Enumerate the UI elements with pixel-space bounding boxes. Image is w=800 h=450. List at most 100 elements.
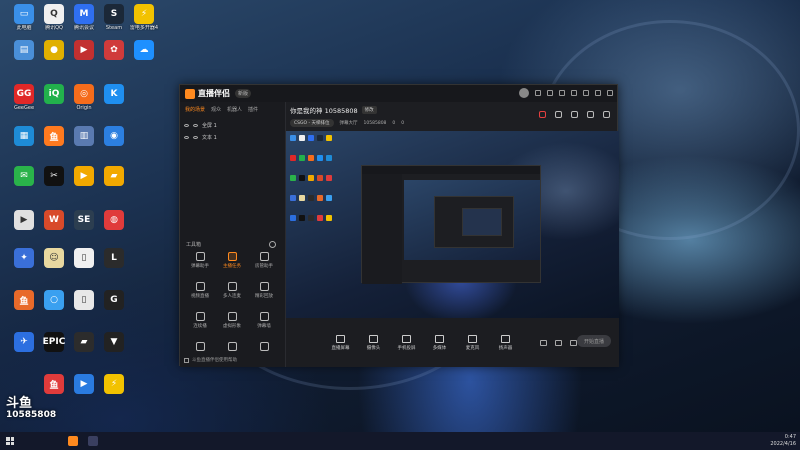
gear-icon[interactable] — [570, 339, 577, 346]
lock-icon[interactable] — [193, 123, 198, 127]
app-icon: ▰ — [74, 332, 94, 352]
desktop-icon[interactable]: ☺ — [38, 248, 70, 284]
desktop-icon[interactable]: ⚡ — [98, 374, 130, 410]
desktop-icon[interactable]: L — [98, 248, 130, 284]
tab-audience[interactable]: 观众 — [211, 106, 221, 113]
desktop-icon[interactable]: ✂ — [38, 166, 70, 202]
tool-button[interactable]: 主播任务 — [218, 252, 246, 274]
tool-icon — [227, 312, 237, 321]
desktop-icon[interactable]: Q 腾讯QQ — [38, 4, 70, 40]
share-icon[interactable] — [603, 111, 610, 118]
desktop-icon[interactable]: ▥ — [68, 126, 100, 162]
desktop-icon[interactable]: ▯ — [68, 248, 100, 284]
desktop-icon[interactable]: ▶ — [68, 40, 100, 76]
menu-icon[interactable] — [571, 90, 577, 96]
tool-button[interactable]: 弹幕墙 — [250, 312, 278, 334]
desktop-icon[interactable]: ▰ — [68, 332, 100, 368]
desktop-icon[interactable]: ◉ — [98, 126, 130, 162]
desktop-icon[interactable]: ● — [38, 40, 70, 76]
tool-button[interactable]: 视频直播 — [186, 282, 214, 304]
desktop-icon[interactable]: ✈ — [8, 332, 40, 368]
source-button[interactable]: 扬声器 — [491, 334, 520, 351]
desktop-icon[interactable]: ▭ 此电脑 — [8, 4, 40, 40]
desktop-icon[interactable]: ▦ — [8, 126, 40, 162]
tool-button[interactable]: 连续播 — [186, 312, 214, 334]
settings-icon[interactable] — [559, 90, 565, 96]
tool-button[interactable]: 房管助手 — [250, 252, 278, 274]
tool-button[interactable]: 多人连麦 — [218, 282, 246, 304]
camera-icon[interactable] — [540, 339, 547, 346]
eye-icon[interactable] — [184, 123, 189, 127]
app-icon: ▼ — [104, 332, 124, 352]
screen-icon[interactable] — [571, 111, 578, 118]
desktop-icon[interactable]: iQ — [38, 84, 70, 120]
tool-button[interactable] — [250, 342, 278, 364]
source-button[interactable]: 麦克风 — [458, 334, 487, 351]
avatar[interactable] — [519, 88, 529, 98]
gear-icon[interactable] — [269, 241, 276, 248]
desktop-icon[interactable]: 鱼 — [38, 126, 70, 162]
bell-icon[interactable] — [587, 111, 594, 118]
windows-start-icon[interactable] — [6, 437, 14, 445]
list-item[interactable]: 全屏 1 — [184, 119, 281, 131]
desktop-icon[interactable]: ▤ — [8, 40, 40, 76]
desktop-icon[interactable]: ☁ — [128, 40, 160, 76]
desktop-icon[interactable]: ✉ — [8, 166, 40, 202]
source-button[interactable]: 手机投屏 — [392, 334, 421, 351]
desktop-icon[interactable]: ▰ — [98, 166, 130, 202]
help-link[interactable]: 斗鱼直播伴侣使用帮助 — [184, 357, 237, 363]
list-item[interactable]: 文本 1 — [184, 131, 281, 143]
category-badge[interactable]: CSGO - 天梯排位 — [290, 119, 334, 127]
close-icon[interactable] — [607, 90, 613, 96]
source-button[interactable]: 直播屏幕 — [326, 334, 355, 351]
taskbar-app-companion[interactable] — [68, 436, 78, 446]
title-bar[interactable]: 直播伴侣 新版 — [180, 85, 617, 102]
start-live-button[interactable]: 开始直播 — [577, 335, 611, 347]
desktop-icon[interactable]: ◎ Origin — [68, 84, 100, 120]
desktop-icon[interactable]: ▶ — [68, 374, 100, 410]
edit-button[interactable]: 修改 — [361, 106, 377, 114]
preview-icon — [308, 175, 314, 181]
desktop-icon[interactable]: ✦ — [8, 248, 40, 284]
stream-preview[interactable] — [286, 131, 619, 318]
desktop-icon[interactable]: W — [38, 210, 70, 246]
maximize-icon[interactable] — [595, 90, 601, 96]
lock-icon[interactable] — [555, 111, 562, 118]
desktop-icon[interactable]: ▼ — [98, 332, 130, 368]
system-clock[interactable]: 0:47 2022/4/16 — [770, 434, 796, 448]
desktop-icon[interactable]: GG GeeGee — [8, 84, 40, 120]
desktop-icon[interactable]: K — [98, 84, 130, 120]
skin-icon[interactable] — [547, 90, 553, 96]
desktop-icon[interactable]: M 腾讯会议 — [68, 4, 100, 40]
lock-icon[interactable] — [193, 135, 198, 139]
taskbar-app[interactable] — [88, 436, 98, 446]
mail-icon[interactable] — [535, 90, 541, 96]
tool-button[interactable]: 虚拟形象 — [218, 312, 246, 334]
version-badge[interactable]: 新版 — [235, 89, 252, 98]
desktop-icon[interactable]: S Steam — [98, 4, 130, 40]
desktop-icon[interactable]: 鱼 — [8, 290, 40, 326]
source-button[interactable]: 多媒体 — [425, 334, 454, 351]
tab-robot[interactable]: 机器人 — [227, 106, 242, 113]
tool-icon — [259, 252, 269, 261]
desktop-icon[interactable]: EPIC — [38, 332, 70, 368]
desktop-icon[interactable]: ○ — [38, 290, 70, 326]
desktop-icon[interactable]: ▶ — [68, 166, 100, 202]
tab-plugins[interactable]: 插件 — [248, 106, 258, 113]
desktop-icon[interactable]: SE — [68, 210, 100, 246]
tool-button[interactable]: 精彩回放 — [250, 282, 278, 304]
live-companion-window[interactable]: 直播伴侣 新版 我的场景 观众 机器人 插件 全屏 1 文本 1 工具箱 弹幕助… — [179, 84, 619, 367]
tool-button[interactable]: 弹幕助手 — [186, 252, 214, 274]
stats-icon[interactable] — [555, 339, 562, 346]
desktop-icon[interactable]: G — [98, 290, 130, 326]
tab-scenes[interactable]: 我的场景 — [185, 106, 205, 113]
desktop-icon[interactable]: ✿ — [98, 40, 130, 76]
source-button[interactable]: 摄像头 — [359, 334, 388, 351]
desktop-icon[interactable]: ▶ — [8, 210, 40, 246]
desktop-icon[interactable]: ◍ — [98, 210, 130, 246]
desktop-icon[interactable]: ⚡ 雷电多开器4 — [128, 4, 160, 40]
eye-icon[interactable] — [184, 135, 189, 139]
minimize-icon[interactable] — [583, 90, 589, 96]
desktop-icon[interactable]: ▯ — [68, 290, 100, 326]
gift-icon[interactable] — [539, 111, 546, 118]
